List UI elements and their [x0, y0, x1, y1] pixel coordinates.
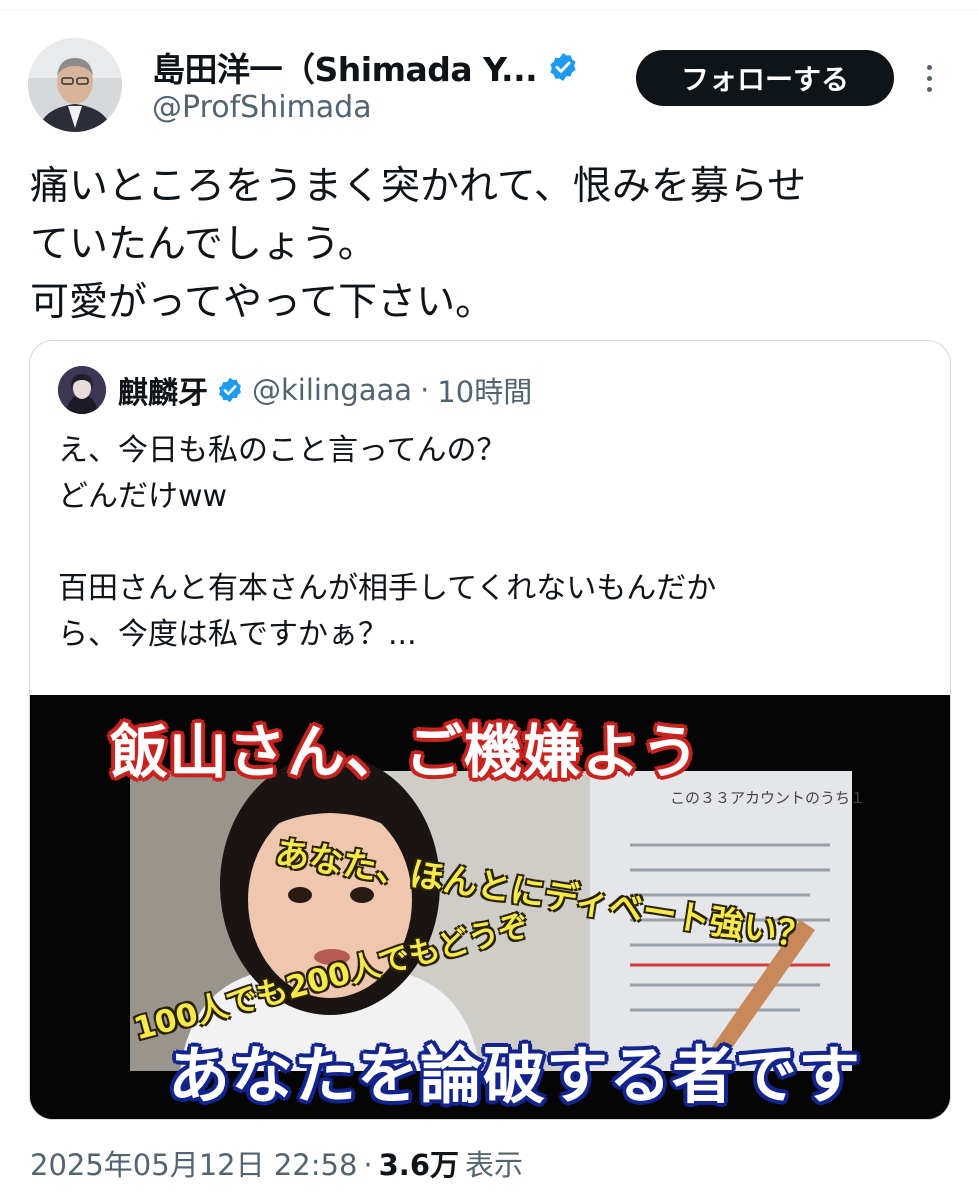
- tweet-text-line: 痛いところをうまく突かれて、恨みを募らせ: [30, 164, 807, 209]
- author-name[interactable]: 島田洋一（Shimada Y...: [152, 43, 538, 91]
- more-options-icon[interactable]: [914, 58, 944, 98]
- tweet-text-line: ていたんでしょう。: [30, 222, 377, 267]
- view-count-label: 表示: [465, 1148, 524, 1182]
- view-count: 3.6万: [378, 1148, 459, 1182]
- footer-separator: ·: [363, 1148, 373, 1182]
- document-heading-text: この３３アカウントのうち１: [670, 789, 866, 807]
- quoted-time[interactable]: 10時間: [437, 369, 532, 411]
- author-name-row: 島田洋一（Shimada Y...: [152, 44, 579, 90]
- thumbnail-bottom-text: あなたを論破する者です: [168, 1039, 862, 1112]
- more-dot: [926, 75, 932, 81]
- verified-badge-icon: [550, 53, 576, 81]
- quoted-text-line: え、今日も私のこと言ってんの？: [58, 433, 507, 468]
- quoted-tweet-text: え、今日も私のこと言ってんの？ どんだけww 百田さんと有本さんが相手してくれな…: [58, 428, 928, 658]
- tweet-footer: 2025年05月12日 22:58 · 3.6万 表示: [30, 1142, 523, 1184]
- quoted-media-image[interactable]: この３３アカウントのうち１ 飯山さん、ご機嫌よう あなた、ほんとにディベート強い…: [30, 695, 950, 1119]
- verified-badge-icon: [219, 377, 241, 403]
- follow-button[interactable]: フォローする: [636, 50, 894, 106]
- quoted-tweet-card[interactable]: 麒麟牙 @kilingaaa · 10時間 え、今日も私のこと言ってんの？ どん…: [29, 340, 951, 1120]
- quoted-text-line: [58, 520, 928, 566]
- quoted-header: 麒麟牙 @kilingaaa · 10時間: [118, 367, 532, 413]
- tweet-datetime[interactable]: 2025年05月12日 22:58: [30, 1142, 357, 1184]
- quoted-author-name[interactable]: 麒麟牙: [118, 368, 208, 412]
- more-dot: [926, 86, 932, 92]
- tweet-text-line: 可愛がってやって下さい。: [30, 280, 495, 325]
- quoted-text-line: ら、今度は私ですかぁ？...: [58, 617, 417, 652]
- top-divider: [0, 0, 979, 10]
- quoted-text-line: 百田さんと有本さんが相手してくれないもんだか: [58, 571, 717, 606]
- author-avatar[interactable]: [28, 38, 122, 132]
- thumbnail-title-text: 飯山さん、ご機嫌よう: [110, 718, 701, 786]
- quoted-author-handle[interactable]: @kilingaaa: [252, 373, 412, 407]
- quoted-avatar-image: [58, 366, 106, 414]
- quoted-author-avatar[interactable]: [58, 366, 106, 414]
- quoted-text-line: どんだけww: [58, 479, 228, 514]
- author-avatar-image: [28, 38, 122, 132]
- meta-separator: ·: [420, 373, 430, 407]
- tweet-text: 痛いところをうまく突かれて、恨みを募らせ ていたんでしょう。 可愛がってやって下…: [30, 158, 950, 332]
- more-dot: [926, 64, 932, 70]
- author-handle[interactable]: @ProfShimada: [152, 90, 372, 125]
